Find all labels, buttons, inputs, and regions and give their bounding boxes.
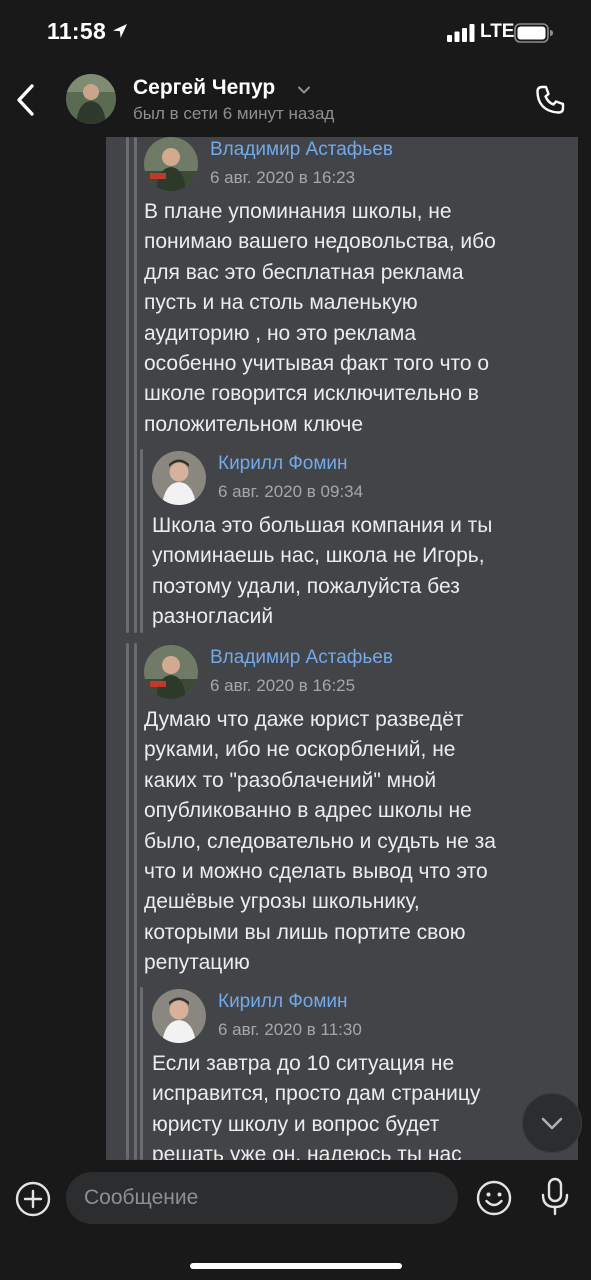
forward-header: Кирилл Фомин 6 авг. 2020 в 11:30	[152, 989, 552, 1047]
message-list[interactable]: Владимир Астафьев 6 авг. 2020 в 16:23 В …	[0, 137, 591, 1160]
message-text: Школа это большая компания и ты упоминае…	[152, 514, 493, 629]
composer	[0, 1160, 591, 1280]
forward-author[interactable]: Владимир Астафьев	[210, 139, 393, 161]
avatar-photo	[152, 451, 206, 505]
forward-avatar[interactable]	[144, 645, 198, 699]
forward-bar	[134, 137, 137, 633]
scroll-down-button[interactable]	[522, 1093, 582, 1153]
forward-avatar[interactable]	[152, 989, 206, 1043]
forward-avatar[interactable]	[144, 137, 198, 191]
forward-avatar[interactable]	[152, 451, 206, 505]
forward-author[interactable]: Кирилл Фомин	[218, 991, 348, 1013]
avatar-photo	[66, 74, 116, 124]
forward-date: 6 авг. 2020 в 16:23	[210, 168, 356, 187]
forward-bar	[140, 449, 143, 633]
avatar-photo	[152, 989, 206, 1043]
forward-bar	[126, 137, 129, 633]
forward-date: 6 авг. 2020 в 16:25	[210, 676, 356, 695]
chevron-down-icon	[541, 1117, 563, 1130]
contact-name[interactable]: Сергей Чепур	[133, 76, 275, 100]
forward-bar	[140, 987, 143, 1160]
chevron-left-icon	[17, 84, 34, 116]
network-type: LTE	[480, 21, 515, 42]
forward-header: Владимир Астафьев 6 авг. 2020 в 16:25	[144, 645, 544, 703]
message-bubble[interactable]: Владимир Астафьев 6 авг. 2020 в 16:23 В …	[106, 137, 578, 1160]
avatar-photo	[144, 137, 198, 191]
cellular-signal-icon	[447, 24, 475, 42]
contact-status: был в сети 6 минут назад	[133, 104, 335, 123]
forward-header: Кирилл Фомин 6 авг. 2020 в 09:34	[152, 451, 552, 509]
chevron-down-icon[interactable]	[296, 82, 312, 98]
chat-header: Сергей Чепур был в сети 6 минут назад	[0, 66, 591, 132]
status-time: 11:58	[47, 18, 107, 44]
call-button[interactable]	[528, 80, 572, 120]
location-arrow-icon	[113, 24, 127, 38]
plus-circle-icon[interactable]	[14, 1180, 52, 1218]
back-button[interactable]	[8, 80, 44, 120]
message-text: В плане упоминания школы, не понимаю ваш…	[144, 200, 496, 436]
forward-author[interactable]: Владимир Астафьев	[210, 647, 393, 669]
phone-icon	[536, 85, 565, 114]
microphone-icon[interactable]	[538, 1177, 572, 1217]
forward-date: 6 авг. 2020 в 09:34	[218, 482, 364, 501]
forward-date: 6 авг. 2020 в 11:30	[218, 1020, 362, 1039]
avatar-photo	[144, 645, 198, 699]
message-text: Думаю что даже юрист разведёт руками, иб…	[144, 708, 496, 975]
forward-bar	[126, 643, 129, 1160]
smile-icon[interactable]	[475, 1179, 513, 1217]
battery-icon	[514, 23, 553, 43]
home-indicator	[190, 1263, 402, 1269]
forward-bar	[134, 643, 137, 1160]
avatar[interactable]	[66, 74, 116, 124]
message-input[interactable]	[66, 1172, 458, 1224]
status-bar: 11:58 LTE	[0, 0, 591, 66]
forward-author[interactable]: Кирилл Фомин	[218, 453, 348, 475]
forward-header: Владимир Астафьев 6 авг. 2020 в 16:23	[144, 137, 544, 195]
message-text: Если завтра до 10 ситуация не исправится…	[152, 1052, 481, 1160]
